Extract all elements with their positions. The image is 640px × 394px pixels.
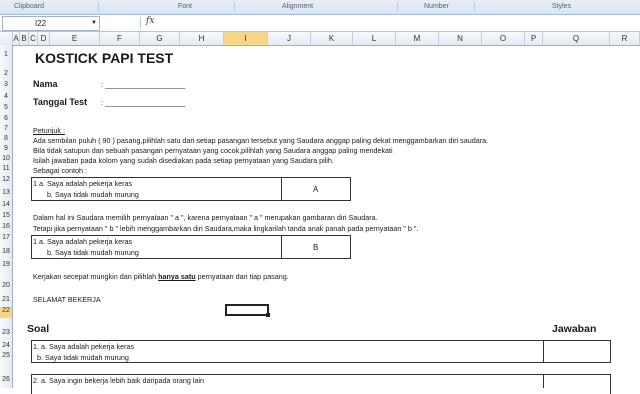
column-header-d[interactable]: D xyxy=(38,32,50,45)
column-header-p[interactable]: P xyxy=(525,32,543,45)
row-header-24[interactable]: 24 xyxy=(0,342,12,349)
column-header-q[interactable]: Q xyxy=(543,32,610,45)
column-header-k[interactable]: K xyxy=(311,32,353,45)
row-header-16[interactable]: 16 xyxy=(0,223,12,230)
sheet-content: KOSTICK PAPI TEST Nama : _______________… xyxy=(13,45,640,394)
row-header-12[interactable]: 12 xyxy=(0,176,12,183)
column-header-a[interactable]: A xyxy=(13,32,20,45)
example-1-statement-b: b. Saya tidak mudah murung xyxy=(47,190,139,199)
chevron-down-icon[interactable]: ▼ xyxy=(59,17,97,30)
soal-header: Soal xyxy=(27,323,50,335)
instruction-line-6: Kerjakan secepat mungkin dan pilihlah ha… xyxy=(33,272,289,281)
petunjuk-heading: Petunjuk : xyxy=(33,126,65,135)
row-header-22[interactable]: 22 xyxy=(0,307,12,318)
row-header-4[interactable]: 4 xyxy=(0,93,12,100)
ribbon-group-bar: Clipboard Font Alignment Number Styles xyxy=(0,0,640,15)
fill-handle[interactable] xyxy=(266,313,270,317)
tanggal-label: Tanggal Test xyxy=(33,97,88,107)
column-header-j[interactable]: J xyxy=(268,32,311,45)
question-1-statement-a: 1. a. Saya adalah pekerja keras xyxy=(33,342,135,351)
instruction-line-3: Isilah jawaban pada kolom yang sudah dis… xyxy=(33,156,334,165)
row-header-6[interactable]: 6 xyxy=(0,115,12,122)
instruction-line-4: Dalam hal ini Saudara memilih pernyataan… xyxy=(33,213,378,222)
column-header-e[interactable]: E xyxy=(50,32,100,45)
row-header-20[interactable]: 20 xyxy=(0,282,12,289)
selected-cell-i22[interactable] xyxy=(225,304,270,317)
row-header-7[interactable]: 7 xyxy=(0,125,12,132)
answer-cell-2[interactable] xyxy=(544,375,610,388)
row-header-9[interactable]: 9 xyxy=(0,145,12,152)
row-header-13[interactable]: 13 xyxy=(0,189,12,196)
instruction-line-2: Bila tidak satupun dari sebuah pasangan … xyxy=(33,146,393,155)
ribbon-group-font[interactable]: Font xyxy=(178,3,192,10)
name-box[interactable]: I22 ▼ xyxy=(2,16,100,31)
row-header-1[interactable]: 1 xyxy=(0,51,12,58)
row-header-17[interactable]: 17 xyxy=(0,234,12,241)
row-header-26[interactable]: 26 xyxy=(0,376,12,383)
instruction-line-5: Tetapi jika pernyataan " b " lebih mengg… xyxy=(33,224,419,233)
row-header-21[interactable]: 21 xyxy=(0,296,12,303)
row-header-18[interactable]: 18 xyxy=(0,248,12,255)
contoh-heading: Sebagai contoh : xyxy=(33,166,87,175)
instruction-line-6-emphasis: hanya satu xyxy=(158,272,196,281)
column-header-c[interactable]: C xyxy=(29,32,38,45)
name-box-value: I22 xyxy=(35,19,47,28)
column-header-f[interactable]: F xyxy=(100,32,140,45)
instruction-line-6-post: pernyataan dari tiap pasang. xyxy=(195,272,289,281)
ribbon-group-styles[interactable]: Styles xyxy=(552,3,571,10)
question-1-statement-b: b. Saya tidak mudah murung xyxy=(37,353,129,362)
page-title: KOSTICK PAPI TEST xyxy=(35,50,174,66)
row-header-23[interactable]: 23 xyxy=(0,329,12,336)
row-header-14[interactable]: 14 xyxy=(0,201,12,208)
row-headers: 1 2 3 4 5 6 7 8 9 10 11 12 13 14 15 16 1… xyxy=(0,45,13,388)
nama-label: Nama xyxy=(33,79,58,89)
salam-text: SELAMAT BEKERJA xyxy=(33,295,101,304)
example-2-answer: B xyxy=(313,243,319,252)
formula-bar: I22 ▼ fx xyxy=(0,15,640,32)
row-header-15[interactable]: 15 xyxy=(0,212,12,219)
column-header-r[interactable]: R xyxy=(610,32,640,45)
select-all-corner[interactable] xyxy=(0,32,13,45)
instruction-line-6-pre: Kerjakan secepat mungkin dan pilihlah xyxy=(33,272,159,281)
column-header-o[interactable]: O xyxy=(482,32,525,45)
example-1-answer: A xyxy=(313,185,319,194)
row-header-8[interactable]: 8 xyxy=(0,135,12,142)
column-header-l[interactable]: L xyxy=(353,32,396,45)
spreadsheet-grid: A B C D E F G H I J K L M N O P Q R 1 2 … xyxy=(0,32,640,394)
column-header-i[interactable]: I xyxy=(224,32,268,45)
example-2-statement-a: 1 a. Saya adalah pekerja keras xyxy=(33,237,133,246)
question-2-statement-a: 2. a. Saya ingin bekerja lebih baik dari… xyxy=(33,376,205,385)
row-header-3[interactable]: 3 xyxy=(0,81,12,88)
row-header-2[interactable]: 2 xyxy=(0,70,12,77)
instruction-line-1: Ada sembilan puluh ( 90 ) pasang,pilihla… xyxy=(33,136,489,145)
column-header-n[interactable]: N xyxy=(439,32,482,45)
tanggal-field[interactable]: : ____________________ xyxy=(101,98,185,107)
column-header-h[interactable]: H xyxy=(180,32,224,45)
example-1-statement-a: 1 a. Saya adalah pekerja keras xyxy=(33,179,133,188)
answer-cell-1[interactable] xyxy=(544,341,610,362)
ribbon-group-alignment[interactable]: Alignment xyxy=(282,3,313,10)
column-header-b[interactable]: B xyxy=(20,32,29,45)
row-header-19[interactable]: 19 xyxy=(0,261,12,268)
column-header-m[interactable]: M xyxy=(396,32,439,45)
row-header-5[interactable]: 5 xyxy=(0,104,12,111)
row-header-10[interactable]: 10 xyxy=(0,155,12,162)
nama-field[interactable]: : ____________________ xyxy=(101,80,185,89)
row-header-11[interactable]: 11 xyxy=(0,165,12,172)
ribbon-group-number[interactable]: Number xyxy=(424,3,449,10)
ribbon-group-clipboard[interactable]: Clipboard xyxy=(14,3,44,10)
column-header-g[interactable]: G xyxy=(140,32,180,45)
function-icon[interactable]: fx xyxy=(146,16,154,26)
example-2-statement-b: b. Saya tidak mudah murung xyxy=(47,248,139,257)
jawaban-header: Jawaban xyxy=(552,323,597,335)
column-headers: A B C D E F G H I J K L M N O P Q R xyxy=(0,32,640,46)
row-header-25[interactable]: 25 xyxy=(0,352,12,359)
